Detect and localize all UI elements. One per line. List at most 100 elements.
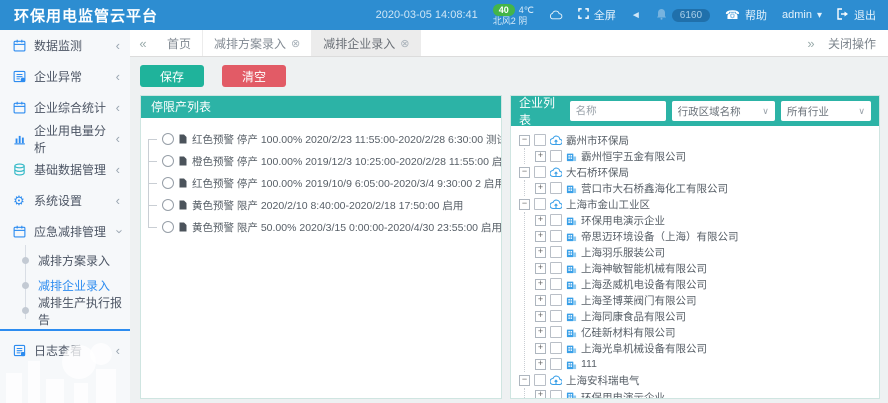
user-menu[interactable]: admin	[782, 9, 822, 21]
company-tree-item[interactable]: 环保用电演示企业	[535, 212, 875, 228]
checkbox[interactable]	[550, 390, 562, 398]
document-icon	[179, 134, 187, 144]
company-tree-item[interactable]: 大石桥环保局	[519, 164, 875, 180]
close-operations-menu[interactable]: 关闭操作	[824, 30, 888, 56]
tabs-scroll-right-icon[interactable]	[798, 30, 824, 56]
company-tree-item[interactable]: 111	[535, 356, 875, 372]
tab-close-icon[interactable]	[400, 36, 409, 50]
expand-icon[interactable]	[535, 327, 546, 338]
plan-tree-item[interactable]: 红色预警 停产 100.00% 2019/10/9 6:05:00-2020/3…	[157, 172, 495, 194]
tabs-scroll-left-icon[interactable]	[130, 30, 156, 56]
content-area: 保存 清空 停限产列表 红色预警 停产 100.00% 2020/2/23 11…	[130, 57, 888, 403]
company-tree-item[interactable]: 上海羽乐服装公司	[535, 244, 875, 260]
save-button[interactable]: 保存	[140, 65, 204, 87]
expand-icon[interactable]	[535, 279, 546, 290]
company-tree-item[interactable]: 上海圣博莱阀门有限公司	[535, 292, 875, 308]
company-tree-item[interactable]: 上海市金山工业区	[519, 196, 875, 212]
expand-icon[interactable]	[535, 231, 546, 242]
radio-button[interactable]	[162, 199, 174, 211]
company-tree-item[interactable]: 帝思迈环境设备（上海）有限公司	[535, 228, 875, 244]
expand-icon[interactable]	[535, 295, 546, 306]
checkbox[interactable]	[550, 150, 562, 162]
expand-icon[interactable]	[535, 390, 546, 398]
expand-icon[interactable]	[535, 215, 546, 226]
collapse-icon[interactable]	[519, 167, 530, 178]
company-panel-header: 企业列表 行政区域名称 所有行业	[511, 96, 879, 126]
company-tree-item[interactable]: 上海同康食品有限公司	[535, 308, 875, 324]
plan-tree-item[interactable]: 黄色预警 限产 2020/2/10 8:40:00-2020/2/18 17:5…	[157, 194, 495, 216]
collapse-icon[interactable]	[519, 375, 530, 386]
checkbox[interactable]	[550, 246, 562, 258]
checkbox[interactable]	[550, 342, 562, 354]
radio-button[interactable]	[162, 133, 174, 145]
checkbox[interactable]	[550, 294, 562, 306]
company-tree-item[interactable]: 上海丞威机电设备有限公司	[535, 276, 875, 292]
sidebar-item-5[interactable]: 基础数据管理	[0, 154, 130, 185]
tab-1[interactable]: 首页	[156, 30, 203, 56]
clear-button[interactable]: 清空	[222, 65, 286, 87]
checkbox[interactable]	[534, 198, 546, 210]
expand-icon[interactable]	[535, 263, 546, 274]
collapse-icon[interactable]	[519, 135, 530, 146]
checkbox[interactable]	[534, 134, 546, 146]
checkbox[interactable]	[550, 262, 562, 274]
sidebar-item-2[interactable]: 企业异常	[0, 61, 130, 92]
building-icon	[566, 263, 577, 274]
sidebar-subitem[interactable]: 减排方案录入	[0, 248, 130, 273]
checkbox[interactable]	[534, 166, 546, 178]
checkbox[interactable]	[550, 214, 562, 226]
region-select[interactable]: 行政区域名称	[672, 101, 775, 121]
logout-button[interactable]: 退出	[837, 7, 876, 23]
sidebar-item-6[interactable]: 系统设置	[0, 185, 130, 216]
form-toolbar: 保存 清空	[140, 65, 880, 87]
company-tree-item[interactable]: 上海光阜机械设备有限公司	[535, 340, 875, 356]
expand-icon[interactable]	[535, 151, 546, 162]
company-tree-item[interactable]: 营口市大石桥鑫海化工有限公司	[535, 180, 875, 196]
collapse-icon[interactable]	[519, 199, 530, 210]
radio-button[interactable]	[162, 155, 174, 167]
checkbox[interactable]	[550, 326, 562, 338]
radio-button[interactable]	[162, 177, 174, 189]
expand-icon[interactable]	[535, 247, 546, 258]
plan-tree-item[interactable]: 红色预警 停产 100.00% 2020/2/23 11:55:00-2020/…	[157, 128, 495, 150]
checkbox[interactable]	[550, 278, 562, 290]
company-tree-item[interactable]: 上海神敏智能机械有限公司	[535, 260, 875, 276]
help-button[interactable]: 帮助	[725, 7, 767, 23]
fullscreen-button[interactable]: 全屏	[578, 7, 616, 23]
expand-icon[interactable]	[535, 359, 546, 370]
checkbox[interactable]	[550, 182, 562, 194]
expand-icon[interactable]	[535, 183, 546, 194]
sidebar-item-7[interactable]: 应急减排管理	[0, 216, 130, 247]
chevron-icon	[116, 69, 120, 84]
plan-tree-item[interactable]: 橙色预警 停产 100.00% 2019/12/3 10:25:00-2020/…	[157, 150, 495, 172]
org-icon	[550, 375, 562, 386]
company-label: 上海圣博莱阀门有限公司	[581, 293, 697, 308]
company-tree-item[interactable]: 环保用电演示企业	[535, 388, 875, 398]
company-name-input[interactable]	[570, 101, 666, 121]
checkbox[interactable]	[550, 310, 562, 322]
checkbox[interactable]	[534, 374, 546, 386]
mute-icon[interactable]	[631, 10, 641, 21]
checkbox[interactable]	[550, 230, 562, 242]
industry-select[interactable]: 所有行业	[781, 101, 871, 121]
checkbox[interactable]	[550, 358, 562, 370]
sidebar-item-8[interactable]: 日志查看	[0, 335, 130, 366]
plan-tree-item[interactable]: 黄色预警 限产 50.00% 2020/3/15 0:00:00-2020/4/…	[157, 216, 495, 238]
radio-button[interactable]	[162, 221, 174, 233]
expand-icon[interactable]	[535, 311, 546, 322]
company-tree-item[interactable]: 亿硅新材料有限公司	[535, 324, 875, 340]
sidebar-item-1[interactable]: 数据监测	[0, 30, 130, 61]
company-tree-item[interactable]: 霸州恒宇五金有限公司	[535, 148, 875, 164]
tab-close-icon[interactable]	[291, 36, 300, 50]
sidebar-subitem[interactable]: 减排生产执行报告	[0, 298, 130, 323]
company-tree-item[interactable]: 霸州市环保局	[519, 132, 875, 148]
company-label: 环保用电演示企业	[581, 213, 665, 228]
company-tree-item[interactable]: 上海安科瑞电气	[519, 372, 875, 388]
tab-3[interactable]: 减排企业录入	[312, 30, 421, 56]
notifications-button[interactable]: 6160	[656, 8, 710, 23]
building-icon	[566, 279, 577, 290]
tab-2[interactable]: 减排方案录入	[203, 30, 312, 56]
sidebar-item-3[interactable]: 企业综合统计	[0, 92, 130, 123]
sidebar-item-4[interactable]: 企业用电量分析	[0, 123, 130, 154]
expand-icon[interactable]	[535, 343, 546, 354]
